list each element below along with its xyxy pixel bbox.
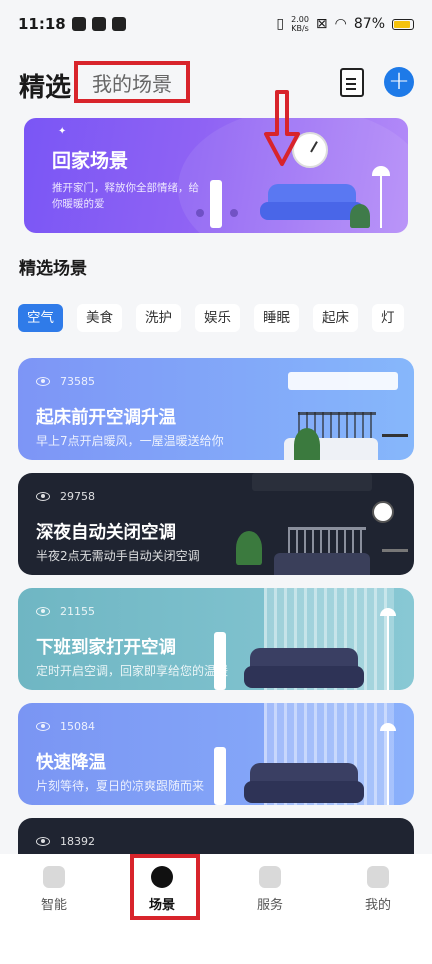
banner-title: 回家场景 [52, 150, 129, 172]
sofa-illustration [260, 184, 364, 224]
chip-entertainment[interactable]: 娱乐 [195, 304, 240, 332]
chip-wakeup[interactable]: 起床 [313, 304, 358, 332]
chip-air[interactable]: 空气 [18, 304, 63, 332]
view-count: 15084 [60, 720, 95, 733]
scene-card[interactable]: 21155 下班到家打开空调 定时开启空调，回家即享给您的温暖 [18, 588, 414, 690]
eye-icon [36, 607, 50, 616]
category-chips: 空气 美食 洗护 娱乐 睡眠 起床 灯 [18, 304, 432, 332]
chip-wash[interactable]: 洗护 [136, 304, 181, 332]
home-scene-banner[interactable]: ✦ 回家场景 推开家门，释放你全部情绪，给你暖暖的爱 [24, 118, 408, 233]
sparkle-icon: ✦ [58, 126, 67, 137]
tab-featured[interactable]: 精选 [19, 67, 71, 104]
sim-off-icon: ⊠ [315, 16, 328, 32]
banner-subtitle: 推开家门，释放你全部情绪，给你暖暖的爱 [52, 182, 199, 210]
vibrate-icon: ▯ [276, 16, 285, 32]
card-subtitle: 定时开启空调，回家即享给您的温暖 [36, 664, 229, 678]
add-button[interactable]: + [384, 67, 414, 97]
mail-notification-icon [111, 17, 126, 31]
tiktok-notification-icon [91, 17, 106, 31]
status-bar: 11:18 ▯ 2.00 KB/s ⊠ ◠ 87% [0, 0, 432, 48]
chip-light[interactable]: 灯 [372, 304, 404, 332]
battery-percent: 87% [353, 16, 385, 32]
card-subtitle: 片刻等待，夏日的凉爽跟随而来 [36, 779, 205, 793]
bedroom-illustration [244, 358, 414, 460]
tab-mine[interactable]: 我的 [338, 866, 418, 913]
eye-icon [36, 722, 50, 731]
clock-illustration [372, 501, 394, 523]
network-speed: 2.00 KB/s [291, 15, 309, 33]
status-time: 11:18 [18, 15, 66, 33]
night-bedroom-illustration [236, 473, 414, 575]
view-count: 18392 [60, 835, 95, 848]
tab-smart[interactable]: 智能 [14, 866, 94, 913]
living-room-illustration [214, 703, 414, 805]
document-icon[interactable] [340, 68, 364, 97]
eye-icon [36, 377, 50, 386]
smart-icon [43, 866, 65, 888]
eye-icon [36, 837, 50, 846]
bottom-tab-bar: 智能 场景 服务 我的 [0, 854, 432, 964]
app-notification-icon [71, 17, 86, 31]
scene-card[interactable]: 73585 起床前开空调升温 早上7点开启暖风，一屋温暖送给你 [18, 358, 414, 460]
wifi-icon: ◠ [334, 16, 347, 32]
page-header: 精选 我的场景 + [0, 60, 432, 108]
scene-card[interactable]: 29758 深夜自动关闭空调 半夜2点无需动手自动关闭空调 [18, 473, 414, 575]
annotation-arrow-icon [264, 90, 300, 166]
card-title: 深夜自动关闭空调 [36, 523, 176, 543]
plant-illustration [350, 204, 370, 228]
view-count: 29758 [60, 490, 95, 503]
card-subtitle: 早上7点开启暖风，一屋温暖送给你 [36, 434, 224, 448]
scene-card[interactable]: 15084 快速降温 片刻等待，夏日的凉爽跟随而来 [18, 703, 414, 805]
diamond-icon [259, 866, 281, 888]
eye-icon [36, 492, 50, 501]
battery-icon [392, 18, 414, 30]
card-title: 快速降温 [36, 753, 106, 773]
tab-service[interactable]: 服务 [230, 866, 310, 913]
card-title: 起床前开空调升温 [36, 408, 176, 428]
view-count: 73585 [60, 375, 95, 388]
lamp-illustration [372, 166, 390, 230]
profile-icon [367, 866, 389, 888]
annotation-highlight-box [130, 854, 200, 920]
tab-my-scenes[interactable]: 我的场景 [74, 61, 190, 103]
air-conditioner-illustration [210, 180, 222, 228]
living-room-illustration [214, 588, 414, 690]
section-title: 精选场景 [19, 259, 87, 279]
view-count: 21155 [60, 605, 95, 618]
banner-pagination [196, 209, 238, 217]
chip-food[interactable]: 美食 [77, 304, 122, 332]
chip-sleep[interactable]: 睡眠 [254, 304, 299, 332]
card-title: 下班到家打开空调 [36, 638, 176, 658]
